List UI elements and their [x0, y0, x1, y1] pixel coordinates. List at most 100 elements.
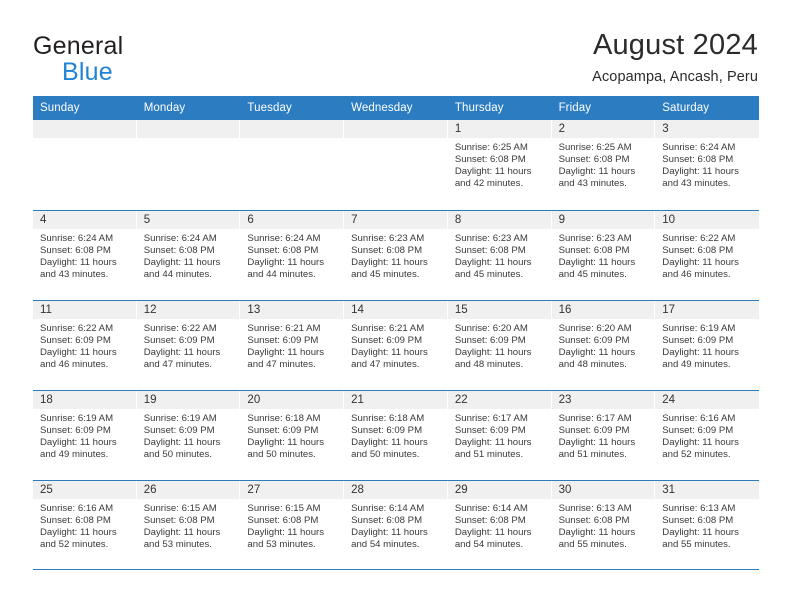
day-cell[interactable] [136, 120, 241, 210]
day-number: 31 [655, 481, 759, 499]
general-blue-logo[interactable]: General Blue [33, 30, 123, 85]
day-details: Sunrise: 6:17 AM Sunset: 6:09 PM Dayligh… [552, 409, 655, 461]
daylight-text-line1: Daylight: 11 hours [40, 347, 117, 359]
day-cell[interactable]: 15 Sunrise: 6:20 AM Sunset: 6:09 PM Dayl… [447, 301, 552, 390]
daylight-text-line1: Daylight: 11 hours [454, 437, 532, 449]
daylight-text-line1: Daylight: 11 hours [247, 527, 325, 539]
day-number [136, 120, 240, 138]
daylight-text-line1: Daylight: 11 hours [247, 347, 325, 359]
page-header: General Blue August 2024 Acopampa, Ancas… [0, 0, 792, 96]
daylight-text-line1: Daylight: 11 hours [558, 166, 636, 178]
day-cell[interactable]: 27 Sunrise: 6:15 AM Sunset: 6:08 PM Dayl… [240, 481, 345, 569]
day-cell[interactable]: 22 Sunrise: 6:17 AM Sunset: 6:09 PM Dayl… [447, 391, 552, 480]
day-cell[interactable]: 1 Sunrise: 6:25 AM Sunset: 6:08 PM Dayli… [447, 120, 552, 210]
daylight-text-line1: Daylight: 11 hours [558, 527, 636, 539]
day-cell[interactable]: 23 Sunrise: 6:17 AM Sunset: 6:09 PM Dayl… [551, 391, 656, 480]
day-number: 8 [447, 211, 551, 229]
sunrise-text: Sunrise: 6:22 AM [662, 233, 736, 244]
day-cell[interactable]: 26 Sunrise: 6:15 AM Sunset: 6:08 PM Dayl… [136, 481, 241, 569]
day-cell[interactable]: 9 Sunrise: 6:23 AM Sunset: 6:08 PM Dayli… [551, 211, 656, 300]
day-number: 26 [136, 481, 240, 499]
day-number: 5 [136, 211, 240, 229]
day-cell[interactable]: 21 Sunrise: 6:18 AM Sunset: 6:09 PM Dayl… [344, 391, 448, 480]
day-details: Sunrise: 6:13 AM Sunset: 6:08 PM Dayligh… [552, 499, 655, 551]
day-details [240, 138, 343, 142]
day-number: 7 [344, 211, 447, 229]
day-cell[interactable]: 13 Sunrise: 6:21 AM Sunset: 6:09 PM Dayl… [240, 301, 345, 390]
day-cell[interactable]: 31 Sunrise: 6:13 AM Sunset: 6:08 PM Dayl… [655, 481, 759, 569]
day-details [33, 138, 136, 142]
daylight-text-line1: Daylight: 11 hours [454, 257, 532, 269]
day-cell[interactable]: 6 Sunrise: 6:24 AM Sunset: 6:08 PM Dayli… [240, 211, 345, 300]
sunset-text: Sunset: 6:09 PM [351, 425, 423, 437]
day-cell[interactable]: 24 Sunrise: 6:16 AM Sunset: 6:09 PM Dayl… [655, 391, 759, 480]
sunrise-text: Sunrise: 6:23 AM [558, 233, 632, 244]
day-details [137, 138, 240, 142]
daylight-text-line1: Daylight: 11 hours [143, 257, 221, 269]
weekday-monday: Monday [143, 102, 186, 114]
sunrise-text: Sunrise: 6:19 AM [143, 413, 217, 424]
day-cell[interactable] [344, 120, 448, 210]
day-cell[interactable]: 29 Sunrise: 6:14 AM Sunset: 6:08 PM Dayl… [447, 481, 552, 569]
week-row: 25 Sunrise: 6:16 AM Sunset: 6:08 PM Dayl… [33, 480, 759, 570]
daylight-text-line1: Daylight: 11 hours [351, 527, 428, 539]
day-details: Sunrise: 6:22 AM Sunset: 6:09 PM Dayligh… [33, 319, 136, 371]
day-cell[interactable]: 11 Sunrise: 6:22 AM Sunset: 6:09 PM Dayl… [33, 301, 137, 390]
day-cell[interactable]: 12 Sunrise: 6:22 AM Sunset: 6:09 PM Dayl… [136, 301, 241, 390]
daylight-text-line2: and 49 minutes. [662, 359, 731, 371]
day-cell[interactable]: 2 Sunrise: 6:25 AM Sunset: 6:08 PM Dayli… [551, 120, 656, 210]
day-cell[interactable]: 25 Sunrise: 6:16 AM Sunset: 6:08 PM Dayl… [33, 481, 137, 569]
daylight-text-line2: and 47 minutes. [143, 359, 212, 371]
daylight-text-line1: Daylight: 11 hours [454, 347, 532, 359]
weekday-tuesday: Tuesday [247, 102, 292, 114]
day-number [344, 120, 447, 138]
sunset-text: Sunset: 6:08 PM [351, 245, 423, 257]
day-cell[interactable]: 28 Sunrise: 6:14 AM Sunset: 6:08 PM Dayl… [344, 481, 448, 569]
calendar-page: General Blue August 2024 Acopampa, Ancas… [0, 0, 792, 612]
daylight-text-line1: Daylight: 11 hours [143, 347, 221, 359]
daylight-text-line1: Daylight: 11 hours [662, 437, 739, 449]
sunrise-text: Sunrise: 6:23 AM [351, 233, 425, 244]
sunset-text: Sunset: 6:09 PM [247, 335, 319, 347]
daylight-text-line1: Daylight: 11 hours [143, 527, 221, 539]
daylight-text-line2: and 43 minutes. [662, 178, 731, 190]
day-details: Sunrise: 6:14 AM Sunset: 6:08 PM Dayligh… [344, 499, 447, 551]
day-cell[interactable] [240, 120, 345, 210]
sunset-text: Sunset: 6:09 PM [40, 425, 111, 437]
day-cell[interactable]: 20 Sunrise: 6:18 AM Sunset: 6:09 PM Dayl… [240, 391, 345, 480]
week-row: 11 Sunrise: 6:22 AM Sunset: 6:09 PM Dayl… [33, 300, 759, 390]
day-cell[interactable]: 8 Sunrise: 6:23 AM Sunset: 6:08 PM Dayli… [447, 211, 552, 300]
week-row: 1 Sunrise: 6:25 AM Sunset: 6:08 PM Dayli… [33, 120, 759, 210]
daylight-text-line2: and 53 minutes. [143, 539, 212, 551]
sunset-text: Sunset: 6:08 PM [558, 245, 630, 257]
day-details: Sunrise: 6:20 AM Sunset: 6:09 PM Dayligh… [448, 319, 551, 371]
day-number: 1 [447, 120, 551, 138]
day-cell[interactable]: 5 Sunrise: 6:24 AM Sunset: 6:08 PM Dayli… [136, 211, 241, 300]
day-cell[interactable]: 18 Sunrise: 6:19 AM Sunset: 6:09 PM Dayl… [33, 391, 137, 480]
day-cell[interactable]: 19 Sunrise: 6:19 AM Sunset: 6:09 PM Dayl… [136, 391, 241, 480]
day-cell[interactable]: 16 Sunrise: 6:20 AM Sunset: 6:09 PM Dayl… [551, 301, 656, 390]
sunrise-text: Sunrise: 6:24 AM [143, 233, 217, 244]
daylight-text-line1: Daylight: 11 hours [558, 437, 636, 449]
daylight-text-line2: and 54 minutes. [351, 539, 420, 551]
sunset-text: Sunset: 6:08 PM [143, 515, 215, 527]
day-cell[interactable]: 7 Sunrise: 6:23 AM Sunset: 6:08 PM Dayli… [344, 211, 448, 300]
day-number: 16 [551, 301, 655, 319]
day-cell[interactable]: 10 Sunrise: 6:22 AM Sunset: 6:08 PM Dayl… [655, 211, 759, 300]
day-number: 9 [551, 211, 655, 229]
sunset-text: Sunset: 6:08 PM [40, 515, 111, 527]
day-number: 29 [447, 481, 551, 499]
day-cell[interactable] [33, 120, 137, 210]
daylight-text-line2: and 48 minutes. [454, 359, 524, 371]
daylight-text-line2: and 53 minutes. [247, 539, 316, 551]
day-cell[interactable]: 4 Sunrise: 6:24 AM Sunset: 6:08 PM Dayli… [33, 211, 137, 300]
day-number: 14 [344, 301, 447, 319]
day-cell[interactable]: 30 Sunrise: 6:13 AM Sunset: 6:08 PM Dayl… [551, 481, 656, 569]
day-cell[interactable]: 14 Sunrise: 6:21 AM Sunset: 6:09 PM Dayl… [344, 301, 448, 390]
day-cell[interactable]: 3 Sunrise: 6:24 AM Sunset: 6:08 PM Dayli… [655, 120, 759, 210]
daylight-text-line1: Daylight: 11 hours [351, 347, 428, 359]
daylight-text-line2: and 43 minutes. [40, 269, 109, 281]
day-details: Sunrise: 6:16 AM Sunset: 6:09 PM Dayligh… [655, 409, 759, 461]
day-cell[interactable]: 17 Sunrise: 6:19 AM Sunset: 6:09 PM Dayl… [655, 301, 759, 390]
day-details: Sunrise: 6:22 AM Sunset: 6:08 PM Dayligh… [655, 229, 759, 281]
